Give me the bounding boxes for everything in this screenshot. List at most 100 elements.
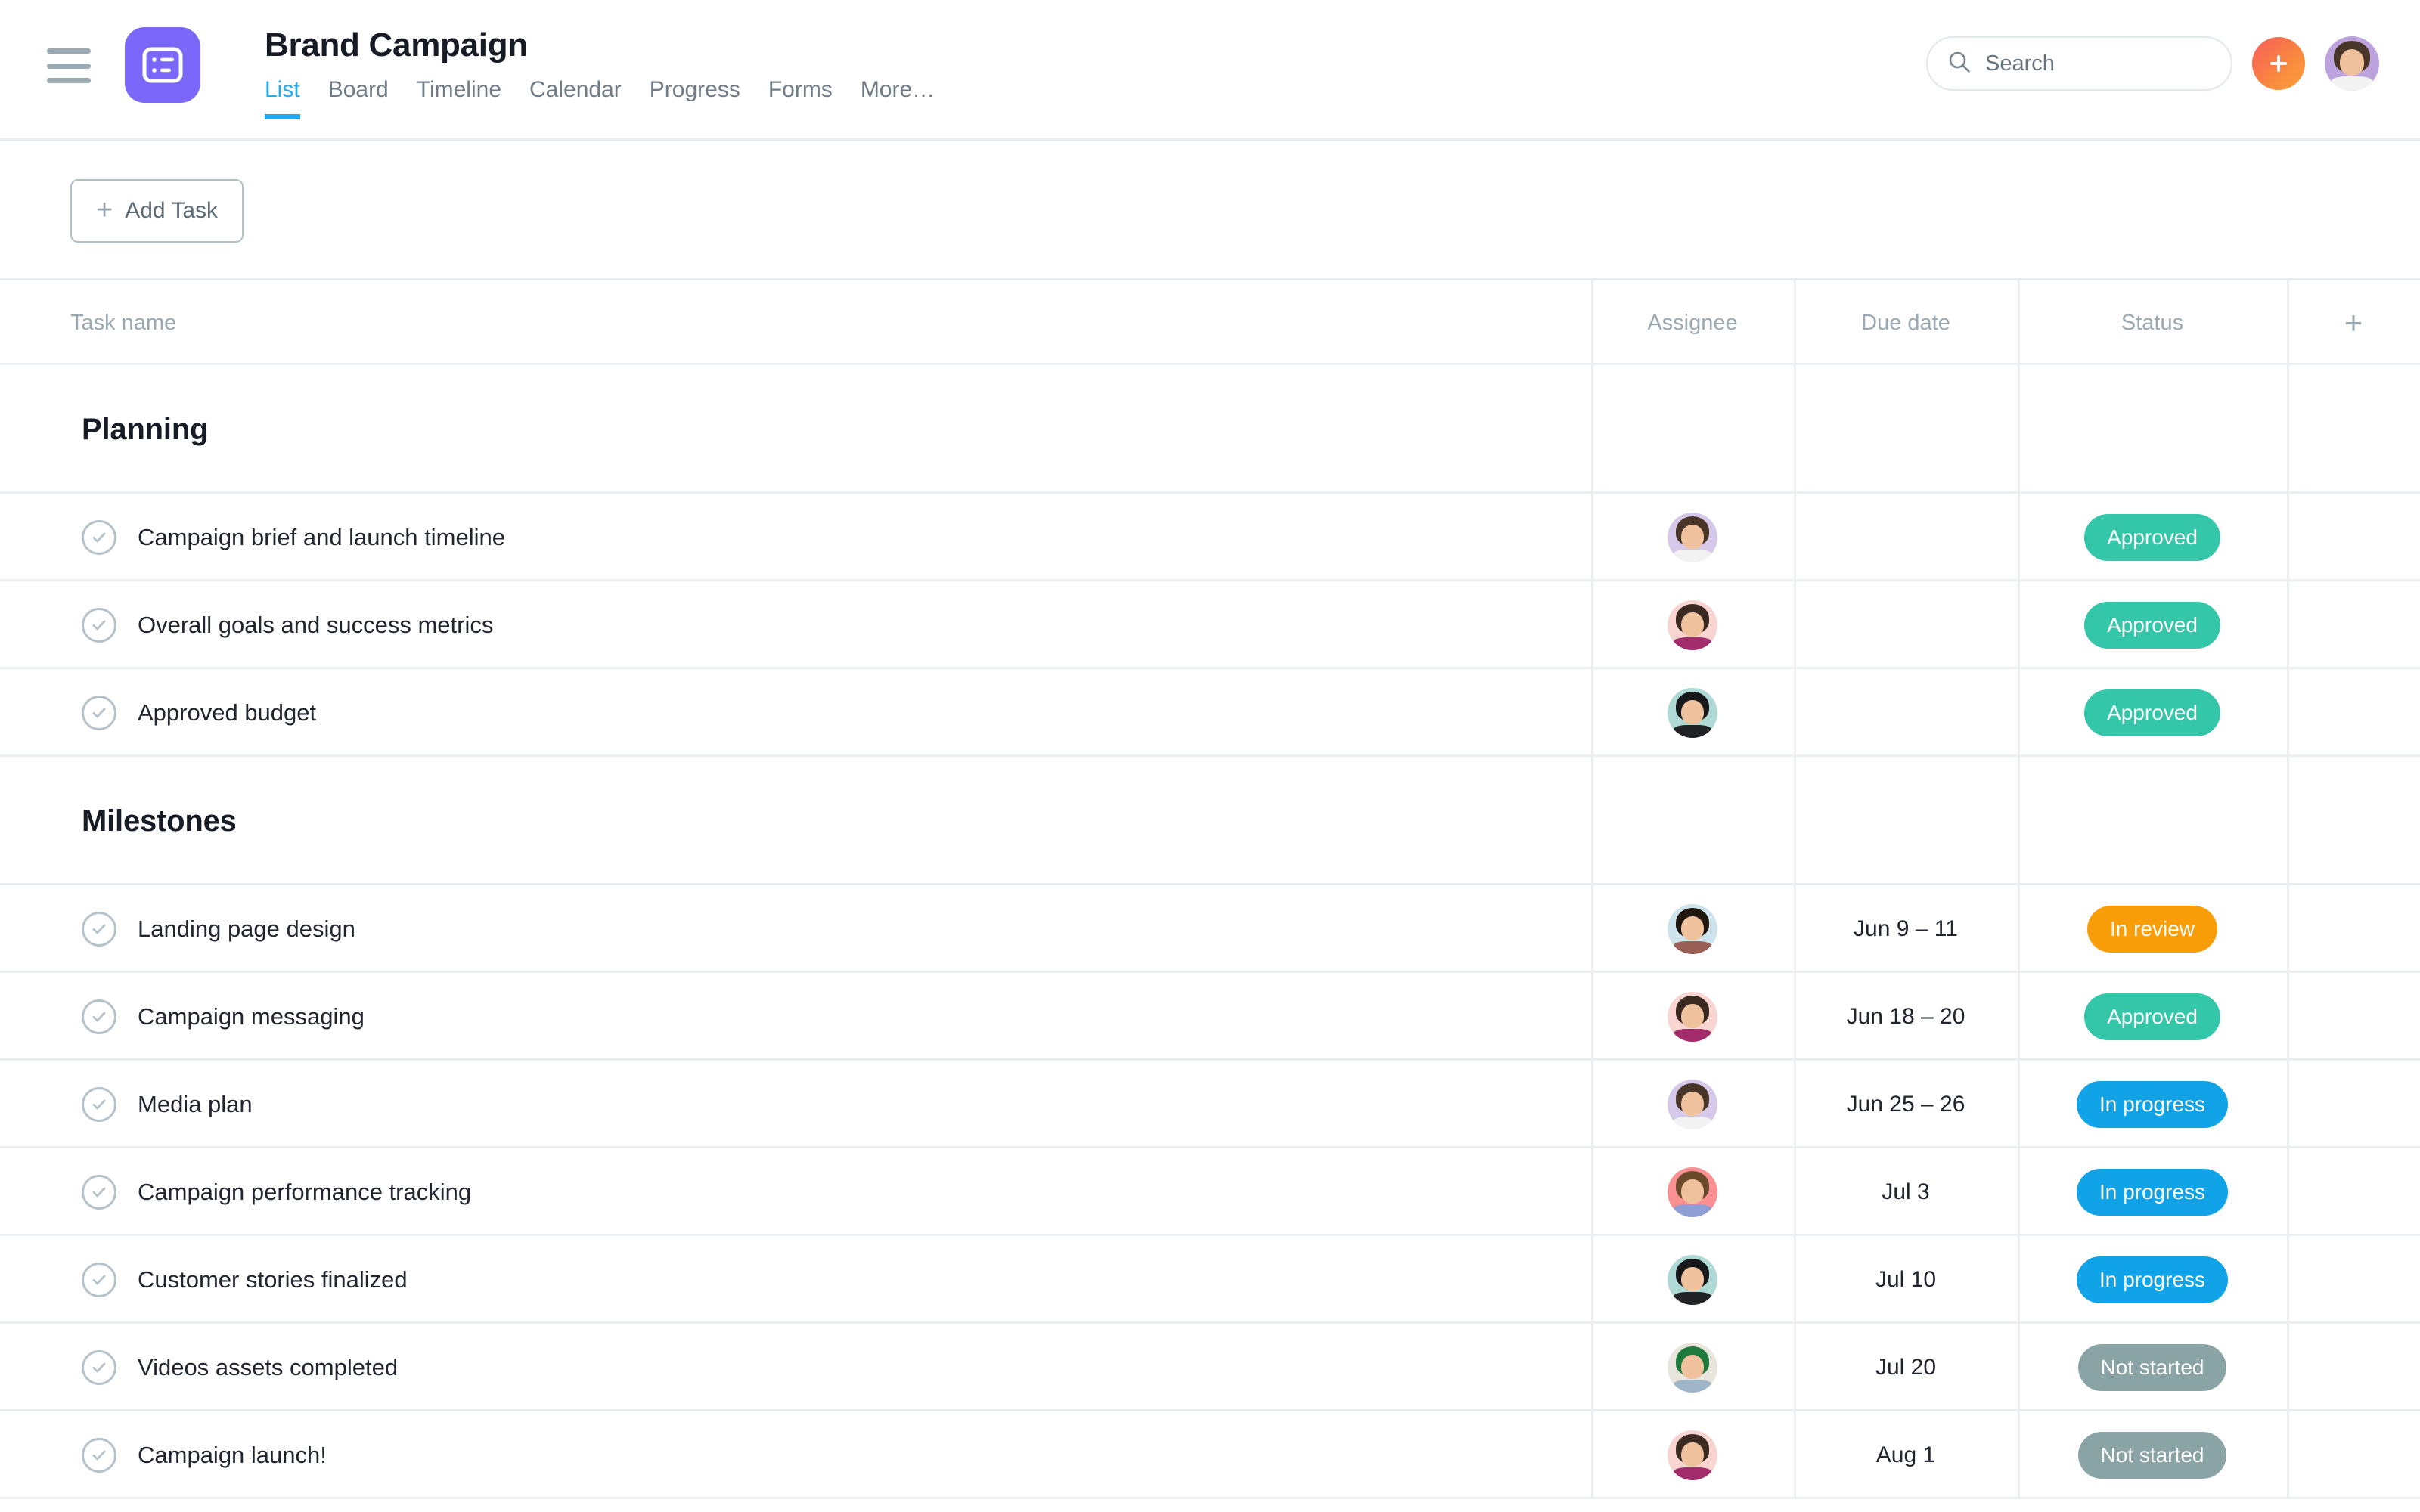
section-title-cell[interactable]: Planning: [0, 365, 1591, 494]
due-date-cell[interactable]: [1794, 581, 2018, 669]
due-date-cell[interactable]: Jun 9 – 11: [1794, 885, 2018, 973]
hamburger-icon[interactable]: [47, 48, 91, 83]
tab-board[interactable]: Board: [328, 77, 389, 119]
avatar[interactable]: [1668, 1343, 1717, 1393]
task-name-cell[interactable]: Overall goals and success metrics: [0, 581, 1591, 669]
assignee-cell[interactable]: [1591, 669, 1794, 757]
status-badge[interactable]: Approved: [2084, 689, 2220, 736]
column-header-assignee[interactable]: Assignee: [1591, 280, 1794, 365]
avatar[interactable]: [1668, 992, 1717, 1042]
due-date-cell[interactable]: Jul 10: [1794, 1236, 2018, 1324]
complete-task-icon[interactable]: [82, 696, 116, 730]
assignee-cell[interactable]: [1591, 1061, 1794, 1148]
tab-calendar[interactable]: Calendar: [529, 77, 622, 119]
avatar[interactable]: [1668, 513, 1717, 562]
section-title-cell[interactable]: Milestones: [0, 757, 1591, 885]
complete-task-icon[interactable]: [82, 912, 116, 947]
column-header-due-date[interactable]: Due date: [1794, 280, 2018, 365]
task-name-cell[interactable]: Campaign launch!: [0, 1411, 1591, 1499]
complete-task-icon[interactable]: [82, 1263, 116, 1297]
search-box[interactable]: [1926, 36, 2232, 91]
table-row[interactable]: Overall goals and success metrics Approve…: [0, 581, 2420, 669]
avatar[interactable]: [1668, 1255, 1717, 1305]
list-app-icon[interactable]: [125, 27, 200, 103]
add-task-button[interactable]: + Add Task: [70, 179, 244, 243]
complete-task-icon[interactable]: [82, 608, 116, 643]
assignee-cell[interactable]: [1591, 1324, 1794, 1411]
status-cell[interactable]: Not started: [2018, 1324, 2287, 1411]
complete-task-icon[interactable]: [82, 1438, 116, 1473]
user-avatar[interactable]: [2325, 36, 2379, 91]
task-name-cell[interactable]: Campaign brief and launch timeline: [0, 494, 1591, 581]
due-date-cell[interactable]: [1794, 669, 2018, 757]
status-cell[interactable]: Approved: [2018, 669, 2287, 757]
assignee-cell[interactable]: [1591, 1411, 1794, 1499]
status-badge[interactable]: Approved: [2084, 602, 2220, 649]
status-badge[interactable]: In progress: [2076, 1256, 2229, 1303]
table-row[interactable]: Media plan Jun 25 – 26 In progress: [0, 1061, 2420, 1148]
due-date-cell[interactable]: Jun 18 – 20: [1794, 973, 2018, 1061]
task-name-cell[interactable]: Landing page design: [0, 885, 1591, 973]
assignee-cell[interactable]: [1591, 494, 1794, 581]
status-badge[interactable]: In progress: [2076, 1081, 2229, 1128]
add-column-button[interactable]: +: [2287, 280, 2420, 365]
tab-forms[interactable]: Forms: [768, 77, 833, 119]
table-row[interactable]: Approved budget Approved: [0, 669, 2420, 757]
due-date-cell[interactable]: Jul 20: [1794, 1324, 2018, 1411]
avatar[interactable]: [1668, 600, 1717, 650]
complete-task-icon[interactable]: [82, 1175, 116, 1210]
tab-timeline[interactable]: Timeline: [417, 77, 501, 119]
avatar[interactable]: [1668, 1430, 1717, 1480]
tab-list[interactable]: List: [265, 77, 300, 120]
status-badge[interactable]: Not started: [2077, 1344, 2227, 1391]
table-row[interactable]: Customer stories finalized Jul 10 In progr…: [0, 1236, 2420, 1324]
status-cell[interactable]: Approved: [2018, 973, 2287, 1061]
task-name-cell[interactable]: Campaign performance tracking: [0, 1148, 1591, 1236]
table-row[interactable]: Campaign messaging Jun 18 – 20 Approved: [0, 973, 2420, 1061]
assignee-cell[interactable]: [1591, 581, 1794, 669]
status-cell[interactable]: Approved: [2018, 494, 2287, 581]
task-name-cell[interactable]: Media plan: [0, 1061, 1591, 1148]
task-name-cell[interactable]: Videos assets completed: [0, 1324, 1591, 1411]
avatar[interactable]: [1668, 1080, 1717, 1129]
due-date-cell[interactable]: [1794, 494, 2018, 581]
due-date-cell[interactable]: Jun 25 – 26: [1794, 1061, 2018, 1148]
avatar[interactable]: [1668, 904, 1717, 954]
status-badge[interactable]: In progress: [2076, 1169, 2229, 1216]
task-name-cell[interactable]: Campaign messaging: [0, 973, 1591, 1061]
table-row[interactable]: Campaign brief and launch timeline Approv…: [0, 494, 2420, 581]
complete-task-icon[interactable]: [82, 1087, 116, 1122]
status-cell[interactable]: In review: [2018, 885, 2287, 973]
column-header-task-name[interactable]: Task name: [0, 280, 1591, 365]
due-date-cell[interactable]: Jul 3: [1794, 1148, 2018, 1236]
status-badge[interactable]: Approved: [2084, 514, 2220, 561]
status-cell[interactable]: Not started: [2018, 1411, 2287, 1499]
table-row[interactable]: Landing page design Jun 9 – 11 In review: [0, 885, 2420, 973]
add-button[interactable]: [2252, 37, 2305, 90]
column-header-status[interactable]: Status: [2018, 280, 2287, 365]
status-cell[interactable]: Approved: [2018, 581, 2287, 669]
tab-more[interactable]: More…: [861, 77, 935, 119]
due-date-cell[interactable]: Aug 1: [1794, 1411, 2018, 1499]
status-cell[interactable]: In progress: [2018, 1061, 2287, 1148]
assignee-cell[interactable]: [1591, 973, 1794, 1061]
status-cell[interactable]: In progress: [2018, 1236, 2287, 1324]
table-row[interactable]: Campaign launch! Aug 1 Not started: [0, 1411, 2420, 1499]
avatar[interactable]: [1668, 1167, 1717, 1217]
table-row[interactable]: Campaign performance tracking Jul 3 In pro…: [0, 1148, 2420, 1236]
task-name-cell[interactable]: Approved budget: [0, 669, 1591, 757]
task-name-cell[interactable]: Customer stories finalized: [0, 1236, 1591, 1324]
complete-task-icon[interactable]: [82, 1350, 116, 1385]
table-row[interactable]: Videos assets completed Jul 20 Not started: [0, 1324, 2420, 1411]
status-badge[interactable]: Not started: [2077, 1432, 2227, 1479]
complete-task-icon[interactable]: [82, 520, 116, 555]
status-badge[interactable]: In review: [2086, 906, 2218, 953]
assignee-cell[interactable]: [1591, 1148, 1794, 1236]
search-input[interactable]: [1985, 51, 2211, 76]
avatar[interactable]: [1668, 688, 1717, 738]
assignee-cell[interactable]: [1591, 1236, 1794, 1324]
complete-task-icon[interactable]: [82, 999, 116, 1034]
tab-progress[interactable]: Progress: [650, 77, 740, 119]
status-cell[interactable]: In progress: [2018, 1148, 2287, 1236]
status-badge[interactable]: Approved: [2084, 993, 2220, 1040]
